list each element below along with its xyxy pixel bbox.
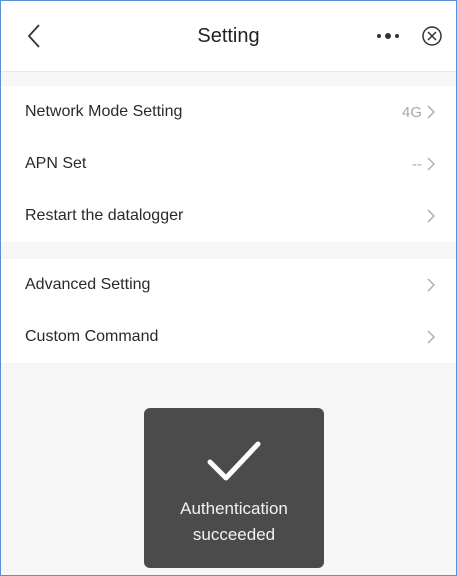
advanced-setting-row[interactable]: Advanced Setting bbox=[1, 259, 456, 311]
chevron-right-icon bbox=[427, 157, 436, 171]
row-value: -- bbox=[412, 155, 422, 173]
chevron-right-icon bbox=[427, 105, 436, 119]
header-bar: Setting bbox=[1, 1, 456, 72]
apn-set-row[interactable]: APN Set -- bbox=[1, 138, 456, 190]
row-label: Network Mode Setting bbox=[25, 103, 183, 120]
more-button[interactable] bbox=[373, 26, 403, 46]
restart-datalogger-row[interactable]: Restart the datalogger bbox=[1, 190, 456, 242]
row-label: Custom Command bbox=[25, 328, 159, 345]
toast-line-1: Authentication bbox=[180, 499, 288, 518]
network-mode-row[interactable]: Network Mode Setting 4G bbox=[1, 86, 456, 138]
toast-line-2: succeeded bbox=[192, 525, 276, 544]
more-dots-icon bbox=[377, 33, 399, 39]
checkmark-icon bbox=[207, 441, 261, 481]
chevron-right-icon bbox=[427, 209, 436, 223]
chevron-right-icon bbox=[427, 278, 436, 292]
close-circle-icon bbox=[422, 26, 442, 46]
row-label: Advanced Setting bbox=[25, 276, 151, 293]
custom-command-row[interactable]: Custom Command bbox=[1, 311, 456, 363]
app-screen: Setting Network Mode Setting 4G APN Set … bbox=[0, 0, 457, 576]
chevron-right-icon bbox=[427, 330, 436, 344]
settings-group-advanced: Advanced Setting Custom Command bbox=[1, 259, 456, 363]
row-label: APN Set bbox=[25, 155, 87, 172]
row-label: Restart the datalogger bbox=[25, 207, 184, 224]
close-button[interactable] bbox=[421, 25, 443, 47]
settings-group-basic: Network Mode Setting 4G APN Set -- Resta… bbox=[1, 86, 456, 242]
toast-message: Authentication succeeded bbox=[144, 496, 324, 548]
success-toast: Authentication succeeded bbox=[144, 408, 324, 568]
row-value: 4G bbox=[401, 103, 422, 121]
